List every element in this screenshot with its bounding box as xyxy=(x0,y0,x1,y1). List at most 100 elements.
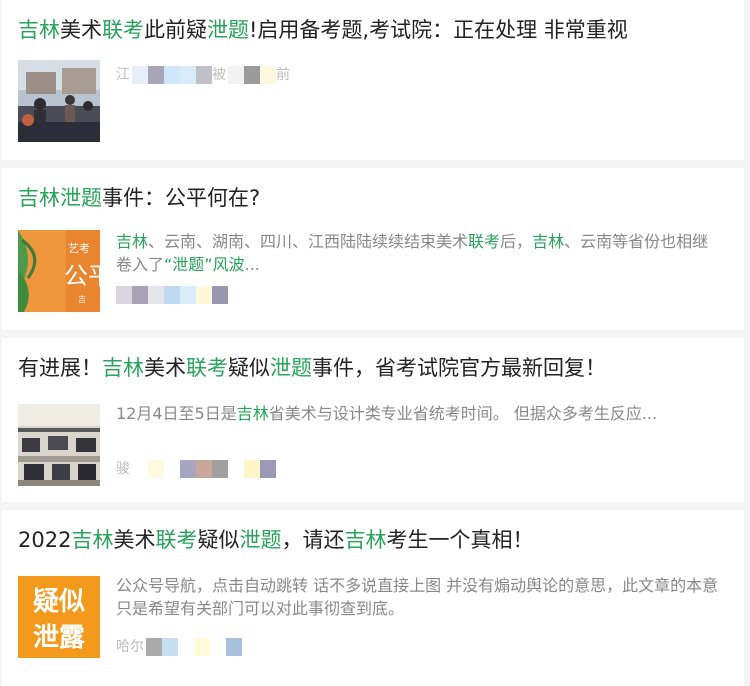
blurred-source-block xyxy=(116,286,132,304)
result-snippet-2: 吉林、云南、湖南、四川、江西陆陆续续结束美术联考后，吉林、云南等省份也相继卷入了… xyxy=(116,230,724,276)
text-segment: ，请还 xyxy=(281,528,345,552)
result-title-2[interactable]: 吉林泄题事件：公平何在? xyxy=(18,184,260,212)
thumbnail-leak-banner[interactable]: 疑似 泄露 xyxy=(18,576,100,658)
highlight-keyword: 联考 xyxy=(186,356,228,380)
text-segment: 美术 xyxy=(60,18,102,42)
blurred-source-block xyxy=(180,286,196,304)
highlight-keyword: 泄题 xyxy=(270,356,312,380)
result-snippet-4: 公众号导航，点击自动跳转 话不多说直接上图 并没有煽动舆论的意思，此文章的本意只… xyxy=(116,574,724,620)
poster-text-3: 吉 xyxy=(78,295,86,304)
blurred-source-block xyxy=(164,66,180,84)
blurred-source-block xyxy=(210,638,226,656)
blurred-source-block xyxy=(196,460,212,478)
blurred-source-block xyxy=(132,66,148,84)
blurred-source-block xyxy=(164,460,180,478)
highlight-keyword: 吉林 xyxy=(532,232,565,251)
text-segment: 考生一个真相！ xyxy=(386,528,534,552)
source-text: 前 xyxy=(276,67,290,83)
blurred-source-block xyxy=(226,638,242,656)
blurred-source-block xyxy=(180,460,196,478)
text-segment: 有进展！ xyxy=(18,356,102,380)
text-segment: 、云南、湖南、四川、江西陆陆续续结束美术 xyxy=(148,232,469,251)
result-title-3[interactable]: 有进展！吉林美术联考疑似泄题事件，省考试院官方最新回复！ xyxy=(18,354,606,382)
blurred-source-block xyxy=(178,638,194,656)
text-segment: 2022 xyxy=(18,528,72,552)
blurred-source-block xyxy=(260,460,276,478)
text-segment: ... xyxy=(244,255,260,274)
result-title-1[interactable]: 吉林美术联考此前疑泄题!启用备考题,考试院：正在处理 非常重视 xyxy=(18,16,628,44)
blurred-source-block xyxy=(148,460,164,478)
text-segment: 事件，省考试院官方最新回复！ xyxy=(312,356,606,380)
highlight-keyword: 泄题 xyxy=(207,18,249,42)
result-card-4[interactable]: 2022吉林美术联考疑似泄题，请还吉林考生一个真相！ 疑似 泄露 公众号导航，点… xyxy=(2,510,744,686)
result-source-2[interactable] xyxy=(116,286,228,304)
blurred-source-block xyxy=(162,638,178,656)
blurred-source-block xyxy=(244,460,260,478)
banner-text-2: 泄露 xyxy=(33,623,86,653)
result-title-4[interactable]: 2022吉林美术联考疑似泄题，请还吉林考生一个真相！ xyxy=(18,526,533,554)
text-segment: 美术 xyxy=(113,528,156,552)
text-segment: 后， xyxy=(500,232,533,251)
blurred-source-block xyxy=(148,286,164,304)
source-text: 江 xyxy=(116,67,130,83)
crowd-photo-image xyxy=(18,60,100,142)
blurred-source-block xyxy=(212,286,228,304)
poster-text-2: 公平 xyxy=(64,262,100,290)
highlight-keyword: 联考 xyxy=(468,232,501,251)
result-card-1[interactable]: 吉林美术联考此前疑泄题!启用备考题,考试院：正在处理 非常重视 江 被 前 xyxy=(2,0,744,160)
highlight-keyword: 吉林 xyxy=(102,356,144,380)
blurred-source-block xyxy=(228,66,244,84)
blurred-source-block xyxy=(132,460,148,478)
highlight-keyword: 泄题 xyxy=(60,186,102,210)
text-segment: 省美术与设计类专业省统考时间。 但据众多考生反应... xyxy=(268,404,658,423)
text-segment: !启用备考题,考试院：正在处理 非常重视 xyxy=(249,18,628,42)
blurred-source-block xyxy=(132,286,148,304)
blurred-source-block xyxy=(194,638,210,656)
blurred-source-block xyxy=(228,460,244,478)
result-source-1[interactable]: 江被前 xyxy=(116,66,292,84)
source-text: 哈尔 xyxy=(116,639,144,655)
result-source-3[interactable]: 骏 xyxy=(116,460,276,478)
text-segment: 疑似 xyxy=(197,528,240,552)
banner-text-1: 疑似 xyxy=(33,587,85,617)
result-card-3[interactable]: 有进展！吉林美术联考疑似泄题事件，省考试院官方最新回复！ 12月4日至5日是吉林… xyxy=(2,338,744,502)
highlight-keyword: 风波 xyxy=(212,255,245,274)
text-segment: 事件：公平何在? xyxy=(102,186,261,210)
blurred-source-block xyxy=(146,638,162,656)
text-segment: 此前疑 xyxy=(144,18,207,42)
blurred-source-block xyxy=(196,286,212,304)
blurred-source-block xyxy=(148,66,164,84)
poster-image: 艺考 公平 吉 xyxy=(18,230,100,312)
result-source-4[interactable]: 哈尔 xyxy=(116,638,242,656)
highlight-keyword: 吉林 xyxy=(116,232,149,251)
thumbnail-exam-hall-photo[interactable] xyxy=(18,404,100,486)
exam-hall-image xyxy=(18,404,100,486)
highlight-keyword: 吉林 xyxy=(236,404,269,423)
source-text: 骏 xyxy=(116,461,130,477)
source-text: 被 xyxy=(212,67,226,83)
highlight-keyword: 泄题 xyxy=(239,528,282,552)
leak-banner-image: 疑似 泄露 xyxy=(18,576,100,658)
poster-text-1: 艺考 xyxy=(68,242,90,255)
text-segment: 疑似 xyxy=(228,356,270,380)
blurred-source-block xyxy=(244,66,260,84)
blurred-source-block xyxy=(260,66,276,84)
highlight-keyword: 联考 xyxy=(102,18,144,42)
highlight-keyword: 吉林 xyxy=(344,528,387,552)
highlight-keyword: 吉林 xyxy=(71,528,114,552)
text-segment: 12月4日至5日是 xyxy=(116,404,237,423)
blurred-source-block xyxy=(180,66,196,84)
blurred-source-block xyxy=(212,460,228,478)
blurred-source-block xyxy=(164,286,180,304)
blurred-source-block xyxy=(196,66,212,84)
result-card-2[interactable]: 吉林泄题事件：公平何在? 艺考 公平 吉 吉林、云南、湖南、四川、江西陆陆续续结… xyxy=(2,168,744,330)
highlight-keyword: “泄题” xyxy=(164,255,213,274)
thumbnail-crowd-photo[interactable] xyxy=(18,60,100,142)
result-snippet-3: 12月4日至5日是吉林省美术与设计类专业省统考时间。 但据众多考生反应... xyxy=(116,402,724,425)
highlight-keyword: 吉林 xyxy=(18,18,60,42)
thumbnail-fairness-poster[interactable]: 艺考 公平 吉 xyxy=(18,230,100,312)
text-segment: 公众号导航，点击自动跳转 话不多说直接上图 并没有煽动舆论的意思，此文章的本意只… xyxy=(116,576,719,618)
text-segment: 美术 xyxy=(144,356,186,380)
highlight-keyword: 吉林 xyxy=(18,186,60,210)
highlight-keyword: 联考 xyxy=(155,528,198,552)
